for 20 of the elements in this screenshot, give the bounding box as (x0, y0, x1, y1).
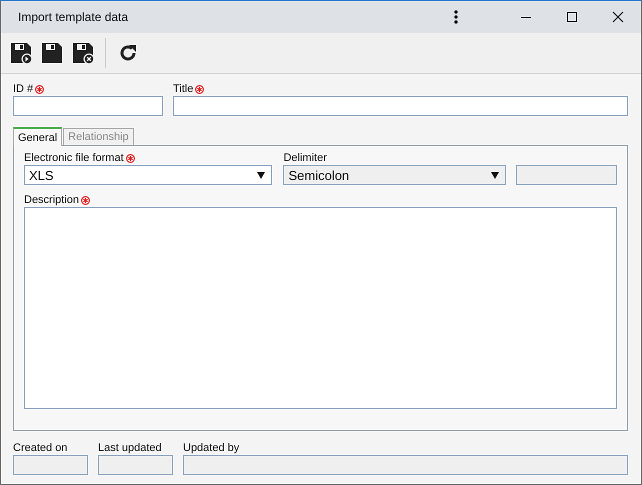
save-and-close-button[interactable] (70, 40, 96, 66)
input-field[interactable] (173, 96, 628, 116)
field-label: Delimiter (283, 152, 327, 164)
maximize-icon (566, 11, 578, 23)
field-label: ID # (13, 83, 34, 95)
window-title: Import template data (18, 10, 130, 24)
field-label: Last updated (98, 442, 162, 454)
field-label: Description (24, 194, 80, 206)
input-field[interactable] (13, 96, 163, 116)
format-dropdown[interactable]: XLS (24, 165, 272, 185)
tab[interactable]: General (13, 127, 62, 146)
save-button[interactable] (39, 40, 65, 66)
more-icon (454, 10, 458, 24)
field-label: Created on (13, 442, 68, 454)
field-label: Electronic file format (24, 152, 124, 164)
field-label: Updated by (183, 442, 240, 454)
close-icon (612, 11, 624, 23)
description-field[interactable] (24, 207, 617, 409)
field-label: Title (173, 83, 194, 95)
save-and-new-button[interactable] (8, 40, 34, 66)
